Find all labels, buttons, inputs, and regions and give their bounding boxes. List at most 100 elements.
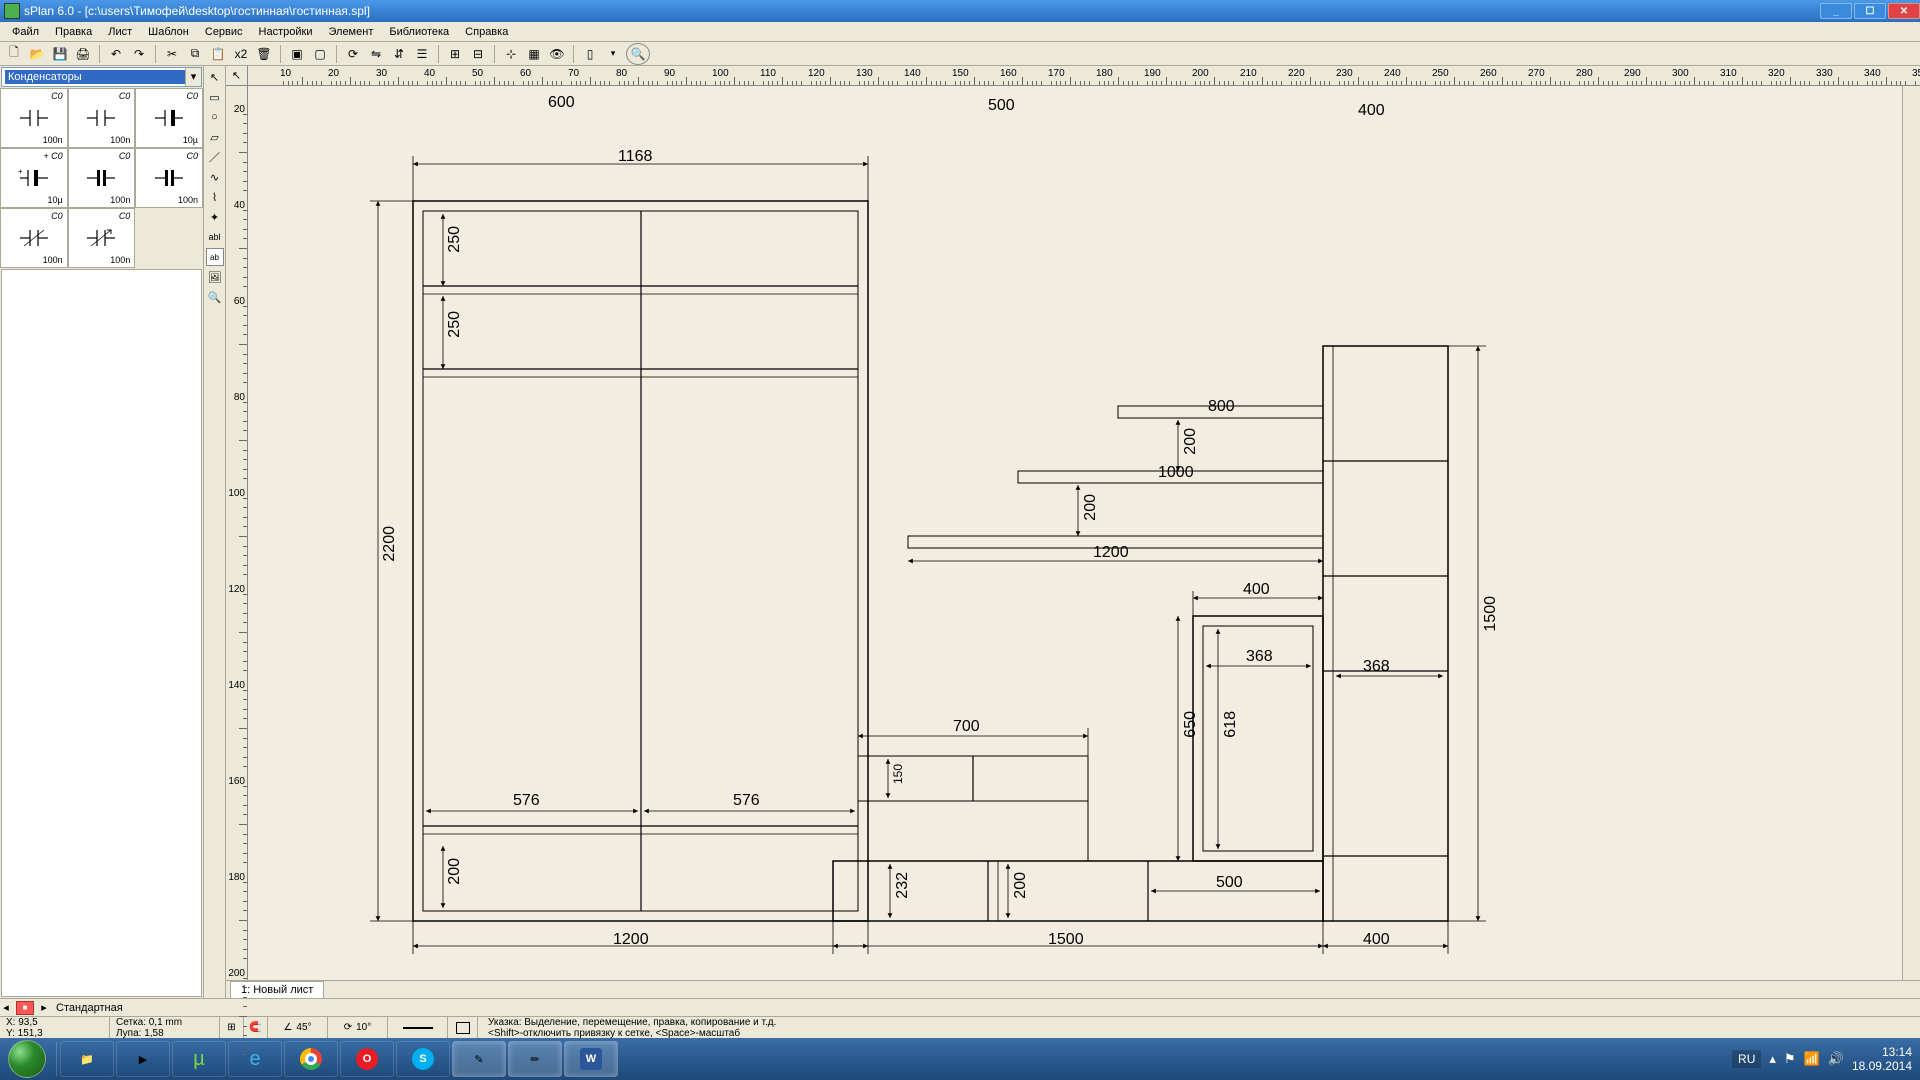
menu-settings[interactable]: Настройки — [251, 24, 321, 40]
component-cell[interactable]: C0100n — [68, 208, 136, 268]
undo-button[interactable]: ↶ — [106, 44, 126, 64]
taskbar-chrome[interactable] — [284, 1041, 338, 1077]
taskbar-ie[interactable]: e — [228, 1041, 282, 1077]
grid-button[interactable]: ▦ — [524, 44, 544, 64]
next-page-button[interactable]: ▸ — [38, 1001, 50, 1014]
scrollbar-vertical[interactable] — [1902, 86, 1920, 980]
back-button[interactable]: ▢ — [310, 44, 330, 64]
front-button[interactable]: ▣ — [287, 44, 307, 64]
menu-file[interactable]: Файл — [4, 24, 47, 40]
tray-flag-icon[interactable]: ⚑ — [1784, 1051, 1796, 1067]
tray-clock[interactable]: 13:14 18.09.2014 — [1852, 1045, 1912, 1073]
taskbar-utorrent[interactable]: µ — [172, 1041, 226, 1077]
component-cell[interactable]: C010µ — [135, 88, 203, 148]
tray-network-icon[interactable]: 📶 — [1804, 1051, 1820, 1067]
menu-sheet[interactable]: Лист — [100, 24, 140, 40]
ungroup-button[interactable]: ⊟ — [468, 44, 488, 64]
rotate-button[interactable]: ⟳ — [343, 44, 363, 64]
tray-language[interactable]: RU — [1732, 1050, 1761, 1068]
textbox-tool[interactable]: ab — [206, 248, 224, 266]
taskbar-wmp[interactable]: ▶ — [116, 1041, 170, 1077]
prev-page-button[interactable]: ◂ — [0, 1001, 12, 1014]
mirror-v-button[interactable]: ⇵ — [389, 44, 409, 64]
component-cell[interactable]: C0100n — [68, 148, 136, 208]
taskbar-explorer[interactable]: 📁 — [60, 1041, 114, 1077]
component-cell[interactable]: C0100n — [0, 88, 68, 148]
window-titlebar: sPlan 6.0 - [c:\users\Тимофей\desktop\го… — [0, 0, 1920, 22]
taskbar-splan[interactable]: ✎ — [452, 1041, 506, 1077]
align-button[interactable]: ☰ — [412, 44, 432, 64]
page-label: Стандартная — [56, 1002, 123, 1014]
taskbar-opera[interactable]: O — [340, 1041, 394, 1077]
mirror-h-button[interactable]: ⇋ — [366, 44, 386, 64]
line-tool[interactable]: ／ — [206, 148, 224, 166]
poly-tool[interactable]: ▱ — [206, 128, 224, 146]
cut-button[interactable]: ✂ — [162, 44, 182, 64]
menu-help[interactable]: Справка — [457, 24, 516, 40]
component-cell[interactable]: C0100n — [135, 148, 203, 208]
open-button[interactable]: 📂 — [27, 44, 47, 64]
paste-button[interactable]: 📋 — [208, 44, 228, 64]
rect-tool[interactable]: ▭ — [206, 88, 224, 106]
page-button[interactable]: ▯ — [580, 44, 600, 64]
taskbar-skype[interactable]: S — [396, 1041, 450, 1077]
print-button[interactable]: 🖨 — [73, 44, 93, 64]
taskbar-word[interactable]: W — [564, 1041, 618, 1077]
zoom-button[interactable]: 🔍 — [626, 43, 650, 65]
dim-label: 200 — [446, 858, 464, 885]
tools-toolbar: ↖ ▭ ○ ▱ ／ ∿ ⌇ ✦ abl ab 🖼 🔍 — [204, 66, 226, 998]
select-tool[interactable]: ↖ — [206, 68, 224, 86]
minimize-button[interactable]: _ — [1820, 3, 1852, 19]
chevron-down-icon: ▾ — [185, 68, 201, 86]
polyline-tool[interactable]: ⌇ — [206, 188, 224, 206]
component-cell[interactable]: C0100n — [0, 208, 68, 268]
component-cell[interactable]: C0100n — [68, 88, 136, 148]
image-tool[interactable]: 🖼 — [206, 268, 224, 286]
component-cell[interactable]: + C0+10µ — [0, 148, 68, 208]
angle-45[interactable]: ∠ 45° — [268, 1017, 328, 1038]
menu-bar: Файл Правка Лист Шаблон Сервис Настройки… — [0, 22, 1920, 42]
snap-button[interactable]: ⊹ — [501, 44, 521, 64]
angle-10[interactable]: ⟳ 10° — [328, 1017, 388, 1038]
snap-grid-button[interactable]: ⊞ — [220, 1017, 244, 1038]
linestyle-picker[interactable] — [388, 1017, 448, 1038]
redo-button[interactable]: ↷ — [129, 44, 149, 64]
sheet-tab[interactable]: 1: Новый лист — [230, 981, 324, 999]
tray-show-hidden-icon[interactable]: ▴ — [1769, 1051, 1776, 1067]
close-button[interactable]: ✕ — [1888, 3, 1920, 19]
taskbar-app2[interactable]: ✏ — [508, 1041, 562, 1077]
menu-edit[interactable]: Правка — [47, 24, 100, 40]
magnet-button[interactable]: 🧲 — [244, 1017, 268, 1038]
page-indicator[interactable]: ■ — [16, 1001, 34, 1015]
fill-picker[interactable] — [448, 1017, 478, 1038]
page-drop-button[interactable]: ▾ — [603, 44, 623, 64]
node-tool[interactable]: ✦ — [206, 208, 224, 226]
delete-button[interactable]: 🗑 — [254, 44, 274, 64]
zoom-tool[interactable]: 🔍 — [206, 288, 224, 306]
search-button[interactable]: 👁 — [547, 44, 567, 64]
menu-element[interactable]: Элемент — [320, 24, 381, 40]
status-y: Y: 151,3 — [6, 1028, 103, 1039]
maximize-button[interactable]: ☐ — [1854, 3, 1886, 19]
bezier-tool[interactable]: ∿ — [206, 168, 224, 186]
start-button[interactable] — [0, 1038, 54, 1080]
status-x: X: 93,5 — [6, 1017, 103, 1028]
group-button[interactable]: ⊞ — [445, 44, 465, 64]
menu-template[interactable]: Шаблон — [140, 24, 197, 40]
component-grid: C0100n C0100n C010µ + C0+10µ C0100n C010… — [0, 88, 203, 268]
menu-service[interactable]: Сервис — [197, 24, 251, 40]
component-list[interactable] — [1, 269, 202, 997]
duplicate-button[interactable]: x2 — [231, 44, 251, 64]
circle-tool[interactable]: ○ — [206, 108, 224, 126]
tray-volume-icon[interactable]: 🔊 — [1828, 1051, 1844, 1067]
menu-library[interactable]: Библиотека — [381, 24, 457, 40]
copy-button[interactable]: ⧉ — [185, 44, 205, 64]
new-button[interactable]: 🗋 — [4, 44, 24, 64]
text-tool[interactable]: abl — [206, 228, 224, 246]
ruler-corner[interactable]: ↖ — [226, 66, 248, 86]
save-button[interactable]: 💾 — [50, 44, 70, 64]
category-combo[interactable]: Конденсаторы ▾ — [1, 67, 202, 87]
dim-label: 500 — [1216, 874, 1243, 892]
status-hint2: <Shift>-отключить привязку к сетке, <Spa… — [488, 1028, 1920, 1039]
drawing-canvas[interactable]: 600 500 400 — [248, 86, 1902, 980]
